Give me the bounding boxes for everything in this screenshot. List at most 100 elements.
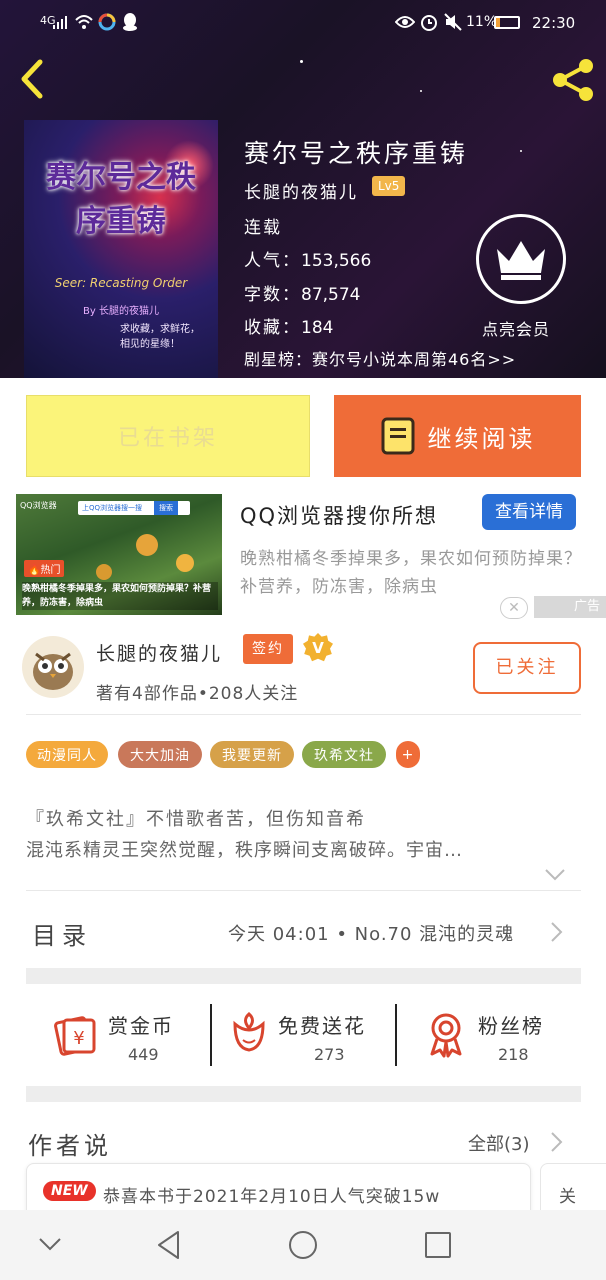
star-decoration <box>300 60 303 63</box>
share-icon[interactable] <box>550 58 596 102</box>
word-count: 字数：87,574 <box>244 280 360 305</box>
book-icon <box>381 417 414 455</box>
nav-back-icon[interactable] <box>156 1230 182 1260</box>
divider <box>26 714 581 715</box>
mute-icon <box>444 13 462 31</box>
author-avatar[interactable] <box>22 636 84 698</box>
in-shelf-button[interactable]: 已在书架 <box>26 395 310 477</box>
star-decoration <box>520 150 522 152</box>
author-name[interactable]: 长腿的夜猫儿 <box>96 639 222 666</box>
add-tag-button[interactable]: + <box>396 741 420 768</box>
verified-badge: V <box>303 633 333 662</box>
ad-image-hot-badge: 🔥热门 <box>24 560 65 577</box>
nav-recent-icon[interactable] <box>424 1231 452 1259</box>
latest-chapter[interactable]: 今天 04:01 • No.70 混沌的灵魂 <box>228 920 514 946</box>
tag-chip[interactable]: 动漫同人 <box>26 741 108 768</box>
stat-divider <box>210 1004 212 1066</box>
star-decoration <box>420 90 422 92</box>
chevron-right-icon[interactable] <box>550 1131 564 1153</box>
intro-line-1[interactable]: 『玖希文社』不惜歌者苦，但伤知音希 <box>26 805 366 831</box>
word-count-label: 字数： <box>244 285 301 305</box>
back-icon[interactable] <box>16 58 48 100</box>
battery-percent: 11% <box>466 14 498 30</box>
crown-icon <box>497 241 545 280</box>
reward-value: 449 <box>128 1045 159 1064</box>
tag-chip[interactable]: 大大加油 <box>118 741 202 768</box>
author-post-text: 恭喜本书于2021年2月10日人气突破15w <box>103 1187 441 1207</box>
favorites-label: 收藏： <box>244 318 301 338</box>
popularity: 人气：153,566 <box>244 246 371 271</box>
signal-icon <box>53 16 67 29</box>
popularity-label: 人气： <box>244 251 301 271</box>
cover-slogan: 求收藏，求鲜花， 相见的星缘！ <box>120 324 200 350</box>
flower-icon[interactable] <box>230 1010 268 1056</box>
owl-icon <box>33 652 73 690</box>
chevron-right-icon[interactable] <box>550 921 564 943</box>
word-count-value: 87,574 <box>301 285 361 305</box>
new-badge: NEW <box>43 1181 96 1201</box>
intro-line-2[interactable]: 混沌系精灵王突然觉醒，秩序瞬间支离破碎。宇宙… <box>26 836 463 862</box>
catalog-label[interactable]: 目录 <box>32 916 92 951</box>
favorites: 收藏：184 <box>244 313 333 338</box>
system-nav-bar <box>0 1210 606 1280</box>
flower-value: 273 <box>314 1045 345 1064</box>
vip-crown-button[interactable] <box>476 214 566 304</box>
clock: 22:30 <box>532 14 576 32</box>
status-bar: 4G 11% 22:30 <box>0 0 606 46</box>
follow-button[interactable]: 已关注 <box>473 642 581 694</box>
vip-label[interactable]: 点亮会员 <box>482 316 550 340</box>
book-title: 赛尔号之秩序重铸 <box>244 139 469 168</box>
ad-badge-label: 广告 <box>573 599 600 614</box>
divider <box>26 890 581 891</box>
battery-icon <box>494 16 520 29</box>
ad-image-search-button: 搜索 <box>154 501 178 515</box>
favorites-value: 184 <box>301 318 334 338</box>
rank-link[interactable]: 剧星榜：赛尔号小说本周第46名>> <box>244 346 516 370</box>
flower-label[interactable]: 免费送花 <box>278 1010 366 1039</box>
ad-details-button[interactable]: 查看详情 <box>482 494 576 530</box>
ad-description[interactable]: 晚熟柑橘冬季掉果多，果农如何预防掉果？补营养，防冻害，除病虫 <box>240 545 590 601</box>
reward-coin-icon[interactable]: ¥ <box>52 1010 98 1056</box>
book-cover[interactable]: 赛尔号之秩序重铸 Seer: Recasting Order By 长腿的夜猫儿… <box>24 120 218 378</box>
ad-close-button[interactable]: ✕ <box>500 597 528 619</box>
stat-divider <box>395 1004 397 1066</box>
medal-icon[interactable] <box>426 1012 466 1058</box>
book-header: 4G 11% 22:30 赛尔号之秩序重铸 Seer: Recasting Or… <box>0 0 606 378</box>
ad-fruit <box>96 564 112 580</box>
author-says-label: 作者说 <box>28 1132 112 1160</box>
wifi-icon <box>75 15 93 29</box>
author-stats: 著有4部作品•208人关注 <box>96 684 299 704</box>
nav-hide-icon[interactable] <box>38 1236 62 1252</box>
section-separator <box>26 1086 581 1102</box>
author-post-next-text: 关 <box>559 1187 576 1207</box>
qq-icon <box>123 13 137 31</box>
tag-chip[interactable]: 玖希文社 <box>302 741 386 768</box>
author-says-all-link[interactable]: 全部(3) <box>468 1130 530 1156</box>
continue-reading-button[interactable]: 继续阅读 <box>334 395 581 477</box>
ad-image-hot-label: 热门 <box>40 565 61 576</box>
signed-badge: 签约 <box>243 634 293 664</box>
author-level-badge: Lv5 <box>372 176 406 196</box>
ad-fruit <box>136 534 158 556</box>
alarm-icon <box>421 15 437 31</box>
expand-chevron-icon[interactable] <box>544 868 566 882</box>
cover-author: By 长腿的夜猫儿 <box>83 306 159 317</box>
continue-reading-label: 继续阅读 <box>427 424 536 453</box>
ad-image[interactable]: QQ浏览器 上QQ浏览器搜一搜 搜索 🔥热门 晚熟柑橘冬季掉果多，果农如何预防掉… <box>16 494 222 615</box>
eye-icon <box>395 16 415 28</box>
ad-title[interactable]: QQ浏览器搜你所想 <box>240 500 438 530</box>
reward-label[interactable]: 赏金币 <box>108 1010 174 1039</box>
verified-label: V <box>312 639 324 657</box>
section-separator <box>26 968 581 984</box>
book-author[interactable]: 长腿的夜猫儿 <box>244 178 358 203</box>
fans-value: 218 <box>498 1045 529 1064</box>
ad-image-logo: QQ浏览器 <box>20 501 57 510</box>
nav-home-icon[interactable] <box>288 1230 318 1260</box>
ad-fruit <box>176 554 194 572</box>
cover-subtitle: Seer: Recasting Order <box>54 276 188 290</box>
tag-chip[interactable]: 我要更新 <box>210 741 294 768</box>
ad-badge: 广告 <box>534 596 606 618</box>
app-notification-icon <box>98 13 116 31</box>
fans-label[interactable]: 粉丝榜 <box>478 1010 544 1039</box>
svg-text:¥: ¥ <box>73 1028 84 1049</box>
